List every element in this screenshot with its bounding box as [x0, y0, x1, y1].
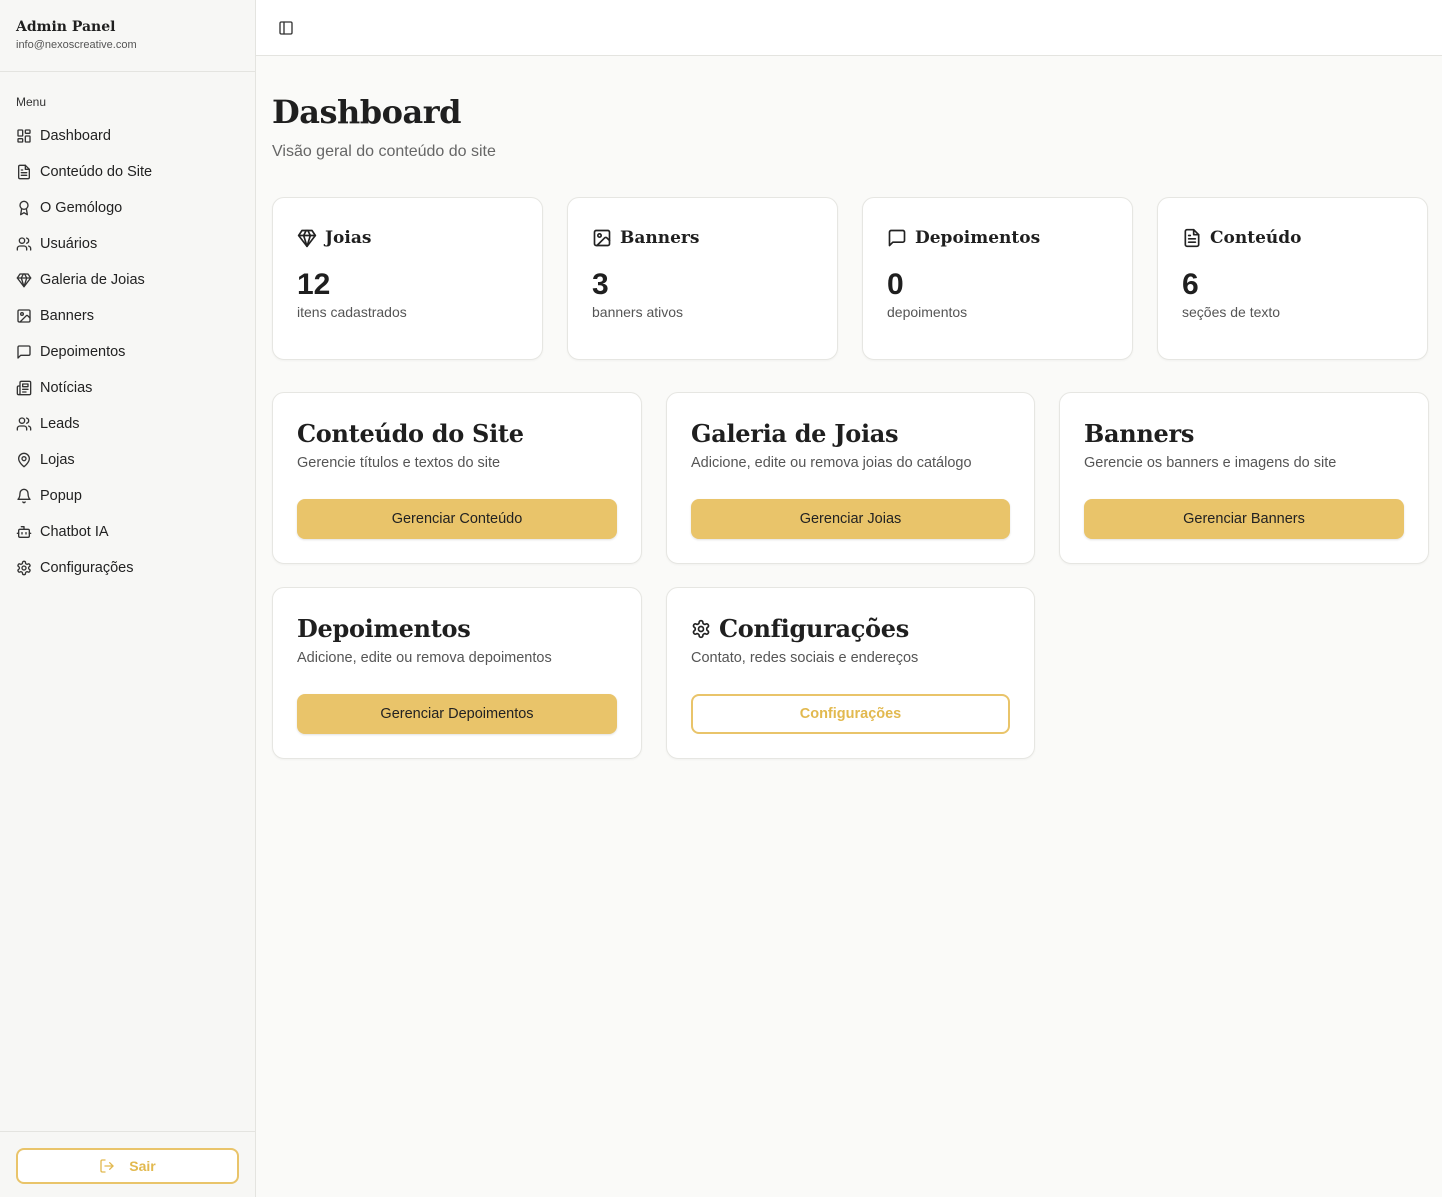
sidebar-item-popup[interactable]: Popup: [8, 478, 247, 514]
action-title: Conteúdo do Site: [297, 419, 524, 448]
page-title: Dashboard: [272, 93, 461, 131]
message-square-icon: [16, 344, 32, 360]
stat-value: 6: [1182, 268, 1199, 301]
map-pin-icon: [16, 452, 32, 468]
sidebar-item-label: O Gemólogo: [40, 200, 123, 216]
page-subtitle: Visão geral do conteúdo do site: [272, 143, 496, 160]
stat-label: Joias: [325, 228, 372, 248]
sidebar-footer: Sair: [0, 1131, 255, 1197]
sidebar-item-label: Galeria de Joias: [40, 272, 145, 288]
sidebar-item-noticias[interactable]: Notícias: [8, 370, 247, 406]
bell-icon: [16, 488, 32, 504]
stat-description: itens cadastrados: [297, 304, 407, 320]
sidebar-item-configuracoes[interactable]: Configurações: [8, 550, 247, 586]
sidebar-item-dashboard[interactable]: Dashboard: [8, 118, 247, 154]
sidebar-item-label: Banners: [40, 308, 95, 324]
sidebar-item-label: Chatbot IA: [40, 524, 109, 540]
sidebar-item-conteudo[interactable]: Conteúdo do Site: [8, 154, 247, 190]
sidebar-item-depoimentos[interactable]: Depoimentos: [8, 334, 247, 370]
log-out-icon: [99, 1158, 129, 1174]
action-description: Gerencie títulos e textos do site: [297, 455, 501, 471]
bot-icon: [16, 524, 32, 540]
action-description: Adicione, edite ou remova joias do catál…: [691, 455, 972, 471]
logout-button[interactable]: Sair: [16, 1148, 239, 1184]
action-description: Adicione, edite ou remova depoimentos: [297, 650, 552, 666]
sidebar-nav: Dashboard Conteúdo do Site O Gemólogo Us…: [8, 118, 247, 586]
gem-icon: [297, 228, 325, 248]
stat-card-joias: Joias 12 itens cadastrados: [272, 197, 543, 360]
users-icon: [16, 236, 32, 252]
sidebar-item-chatbot[interactable]: Chatbot IA: [8, 514, 247, 550]
file-text-icon: [1182, 228, 1210, 248]
sidebar-item-usuarios[interactable]: Usuários: [8, 226, 247, 262]
action-title-text: Configurações: [719, 614, 909, 643]
settings-button[interactable]: Configurações: [691, 694, 1010, 734]
stats-row: Joias 12 itens cadastrados Banners 3 ban…: [272, 197, 1429, 360]
award-icon: [16, 200, 32, 216]
action-card-depoimentos: Depoimentos Adicione, edite ou remova de…: [272, 587, 642, 759]
stat-description: depoimentos: [887, 304, 968, 320]
manage-testimonials-button[interactable]: Gerenciar Depoimentos: [297, 694, 617, 734]
action-card-conteudo: Conteúdo do Site Gerencie títulos e text…: [272, 392, 642, 564]
sidebar-item-label: Configurações: [40, 560, 134, 576]
stat-label: Banners: [620, 228, 700, 248]
action-title: Configurações: [691, 614, 1010, 644]
sidebar-item-label: Depoimentos: [40, 344, 126, 360]
action-description: Contato, redes sociais e endereços: [691, 650, 919, 666]
app-title: Admin Panel: [16, 19, 116, 35]
user-email: info@nexoscreative.com: [16, 39, 137, 51]
menu-label: Menu: [16, 95, 47, 109]
settings-icon: [691, 619, 719, 639]
sidebar-item-label: Conteúdo do Site: [40, 164, 153, 180]
sidebar-item-label: Popup: [40, 488, 82, 504]
stat-description: banners ativos: [592, 304, 684, 320]
stat-card-depoimentos: Depoimentos 0 depoimentos: [862, 197, 1133, 360]
action-card-banners: Banners Gerencie os banners e imagens do…: [1059, 392, 1429, 564]
gem-icon: [16, 272, 32, 288]
logout-label: Sair: [129, 1158, 156, 1174]
image-icon: [592, 228, 620, 248]
manage-banners-button[interactable]: Gerenciar Banners: [1084, 499, 1404, 539]
action-title: Depoimentos: [297, 614, 471, 643]
stat-value: 12: [297, 268, 331, 301]
sidebar-header: Admin Panel info@nexoscreative.com: [0, 0, 255, 72]
action-card-configuracoes: Configurações Contato, redes sociais e e…: [666, 587, 1035, 759]
sidebar-item-lojas[interactable]: Lojas: [8, 442, 247, 478]
message-square-icon: [887, 228, 915, 248]
settings-icon: [16, 560, 32, 576]
sidebar-item-leads[interactable]: Leads: [8, 406, 247, 442]
stat-card-banners: Banners 3 banners ativos: [567, 197, 838, 360]
panel-left-icon: [278, 20, 294, 36]
action-description: Gerencie os banners e imagens do site: [1084, 455, 1337, 471]
sidebar-item-label: Leads: [40, 416, 80, 432]
stat-label: Depoimentos: [915, 228, 1041, 248]
stat-label: Conteúdo: [1210, 228, 1302, 248]
stat-value: 3: [592, 268, 609, 301]
stat-value: 0: [887, 268, 904, 301]
sidebar-item-galeria[interactable]: Galeria de Joias: [8, 262, 247, 298]
action-title: Banners: [1084, 419, 1195, 448]
users-icon: [16, 416, 32, 432]
sidebar-item-label: Usuários: [40, 236, 98, 252]
manage-content-button[interactable]: Gerenciar Conteúdo: [297, 499, 617, 539]
stat-description: seções de texto: [1182, 304, 1281, 320]
manage-jewelry-button[interactable]: Gerenciar Joias: [691, 499, 1010, 539]
newspaper-icon: [16, 380, 32, 396]
sidebar-item-gemologo[interactable]: O Gemólogo: [8, 190, 247, 226]
action-title: Galeria de Joias: [691, 419, 899, 448]
topbar: [256, 0, 1442, 56]
sidebar-item-label: Notícias: [40, 380, 93, 396]
stat-card-conteudo: Conteúdo 6 seções de texto: [1157, 197, 1428, 360]
sidebar-item-label: Dashboard: [40, 128, 111, 144]
action-card-galeria: Galeria de Joias Adicione, edite ou remo…: [666, 392, 1035, 564]
file-text-icon: [16, 164, 32, 180]
image-icon: [16, 308, 32, 324]
main-content: Dashboard Visão geral do conteúdo do sit…: [272, 56, 1429, 759]
sidebar-item-label: Lojas: [40, 452, 75, 468]
sidebar-toggle-button[interactable]: [278, 20, 294, 36]
sidebar: Admin Panel info@nexoscreative.com Menu …: [0, 0, 256, 1197]
sidebar-item-banners[interactable]: Banners: [8, 298, 247, 334]
layout-dashboard-icon: [16, 128, 32, 144]
